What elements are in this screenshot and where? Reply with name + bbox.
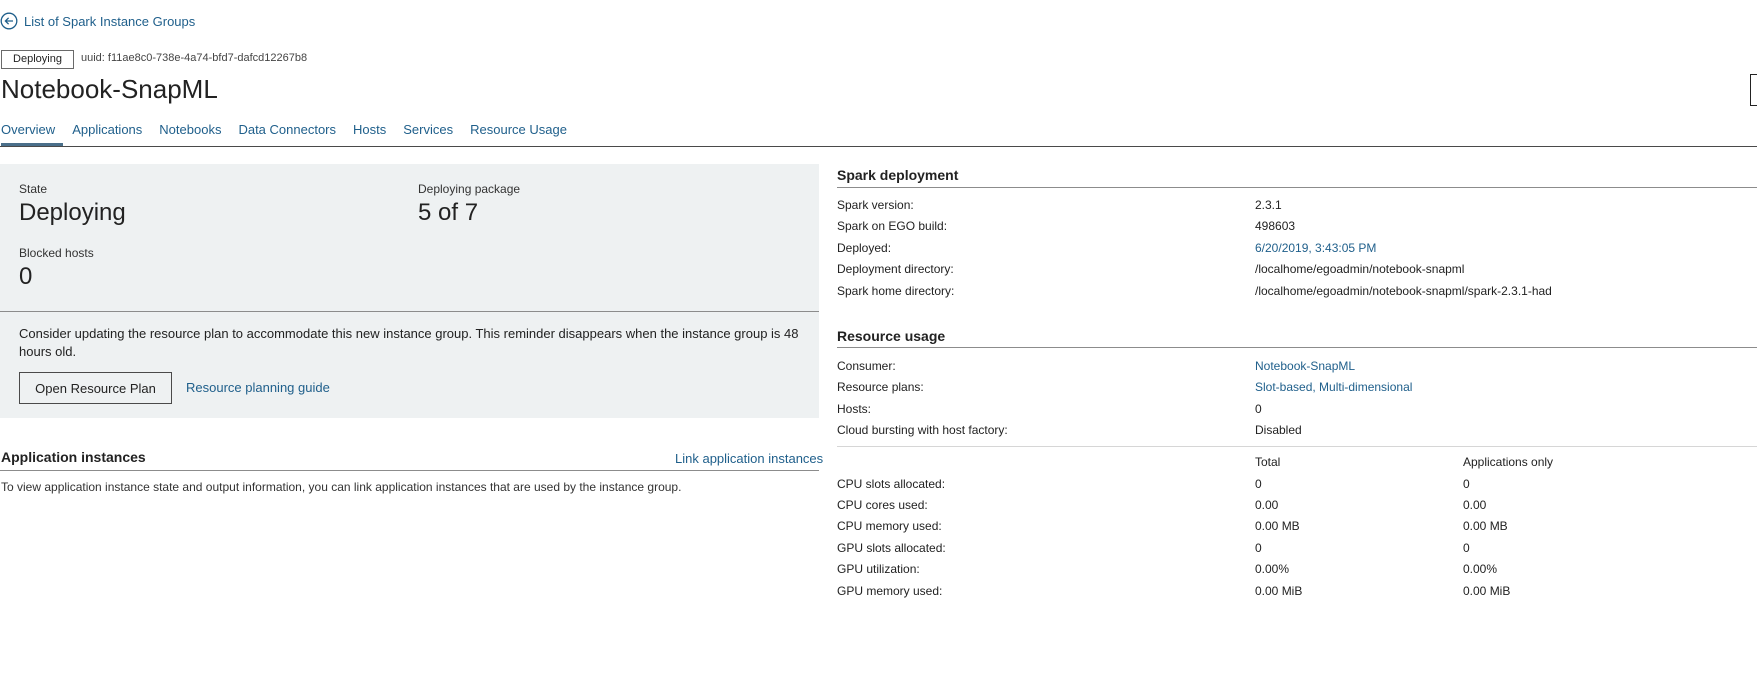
- consumer-link[interactable]: Notebook-SnapML: [1255, 359, 1355, 373]
- tab-services[interactable]: Services: [394, 123, 461, 146]
- tab-data-connectors[interactable]: Data Connectors: [229, 123, 344, 146]
- cloud-bursting-value: Disabled: [1255, 423, 1302, 437]
- arrow-left-circle-icon: [0, 12, 18, 30]
- spark-deployment-divider: [837, 187, 1757, 188]
- column-header-total: Total: [1255, 455, 1281, 469]
- back-link-label: List of Spark Instance Groups: [24, 13, 196, 29]
- metric-label: GPU memory used:: [837, 584, 943, 598]
- hosts-value: 0: [1255, 402, 1262, 416]
- metric-total: 0.00%: [1255, 562, 1290, 576]
- deploying-package-label: Deploying package: [418, 182, 521, 196]
- application-instances-description: To view application instance state and o…: [1, 480, 682, 494]
- column-header-applications-only: Applications only: [1463, 455, 1554, 469]
- spark-version-label: Spark version:: [837, 198, 914, 212]
- ego-build-value: 498603: [1255, 219, 1296, 233]
- metric-total: 0: [1255, 541, 1262, 555]
- resource-plans-link[interactable]: Slot-based, Multi-dimensional: [1255, 380, 1412, 394]
- metric-apps: 0.00 MB: [1463, 519, 1508, 533]
- cloud-bursting-label: Cloud bursting with host factory:: [837, 423, 1008, 437]
- deploying-package-value: 5 of 7: [418, 199, 479, 226]
- status-badge: Deploying: [1, 50, 74, 69]
- metric-total: 0.00 MB: [1255, 519, 1300, 533]
- resource-plan-reminder: Consider updating the resource plan to a…: [19, 326, 799, 359]
- spark-home-value: /localhome/egoadmin/notebook-snapml/spar…: [1255, 284, 1552, 298]
- metric-label: CPU memory used:: [837, 519, 942, 533]
- uuid-text: uuid: f11ae8c0-738e-4a74-bfd7-dafcd12267…: [81, 52, 308, 64]
- deployment-directory-value: /localhome/egoadmin/notebook-snapml: [1255, 262, 1465, 276]
- metric-apps: 0.00: [1463, 498, 1487, 512]
- actions-button[interactable]: [1750, 74, 1757, 106]
- tab-hosts[interactable]: Hosts: [344, 123, 394, 146]
- resource-usage-divider: [837, 347, 1757, 348]
- deployed-value-link[interactable]: 6/20/2019, 3:43:05 PM: [1255, 241, 1376, 255]
- tab-bar: Overview Applications Notebooks Data Con…: [1, 123, 575, 146]
- resource-planning-guide-link[interactable]: Resource planning guide: [186, 380, 330, 395]
- blocked-hosts-label: Blocked hosts: [19, 246, 94, 260]
- metric-label: CPU cores used:: [837, 498, 928, 512]
- tab-resource-usage[interactable]: Resource Usage: [461, 123, 575, 146]
- application-instances-heading: Application instances: [1, 449, 146, 465]
- tab-notebooks[interactable]: Notebooks: [150, 123, 229, 146]
- spark-home-label: Spark home directory:: [837, 284, 955, 298]
- metrics-divider: [837, 446, 1757, 447]
- link-application-instances-link[interactable]: Link application instances: [675, 451, 823, 466]
- page-title: Notebook-SnapML: [1, 74, 218, 104]
- metric-apps: 0.00 MiB: [1463, 584, 1511, 598]
- back-link[interactable]: List of Spark Instance Groups: [0, 12, 195, 30]
- consumer-label: Consumer:: [837, 359, 896, 373]
- metric-label: GPU slots allocated:: [837, 541, 946, 555]
- open-resource-plan-button[interactable]: Open Resource Plan: [19, 372, 172, 404]
- resource-plans-label: Resource plans:: [837, 380, 924, 394]
- panel-divider: [0, 311, 819, 312]
- ego-build-label: Spark on EGO build:: [837, 219, 948, 233]
- spark-version-value: 2.3.1: [1255, 198, 1282, 212]
- metric-label: GPU utilization:: [837, 562, 920, 576]
- state-value: Deploying: [19, 199, 126, 226]
- metric-apps: 0: [1463, 477, 1470, 491]
- state-label: State: [19, 182, 48, 196]
- tab-overview[interactable]: Overview: [1, 123, 64, 146]
- resource-usage-heading: Resource usage: [837, 328, 946, 344]
- hosts-label: Hosts:: [837, 402, 872, 416]
- metric-apps: 0: [1463, 541, 1470, 555]
- metric-total: 0.00 MiB: [1255, 584, 1303, 598]
- metric-label: CPU slots allocated:: [837, 477, 946, 491]
- metric-apps: 0.00%: [1463, 562, 1498, 576]
- spark-deployment-heading: Spark deployment: [837, 167, 959, 183]
- deployed-label: Deployed:: [837, 241, 892, 255]
- metric-total: 0: [1255, 477, 1262, 491]
- metric-total: 0.00: [1255, 498, 1279, 512]
- application-instances-divider: [0, 470, 819, 471]
- deployment-directory-label: Deployment directory:: [837, 262, 954, 276]
- tab-applications[interactable]: Applications: [63, 123, 150, 146]
- blocked-hosts-value: 0: [19, 263, 33, 290]
- tabs-divider: [0, 146, 1757, 147]
